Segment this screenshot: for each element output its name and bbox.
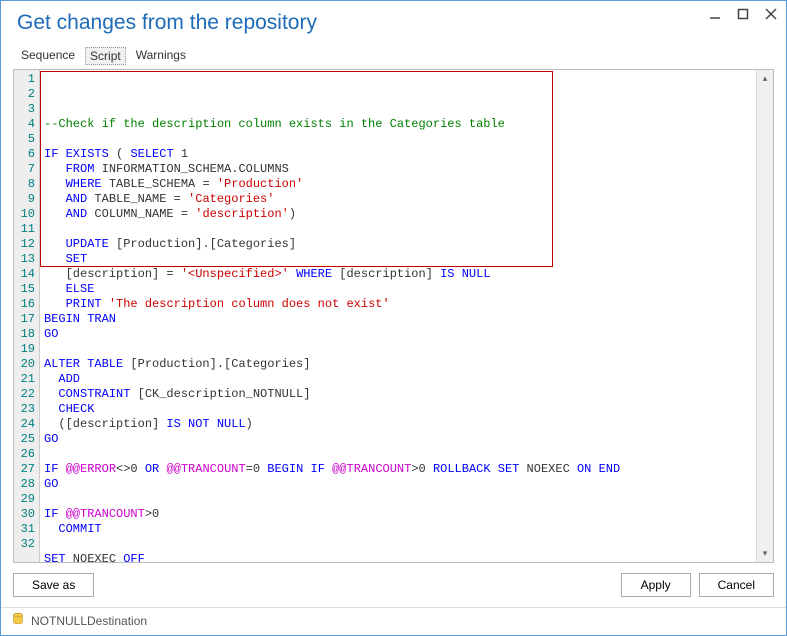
code-line[interactable]: ADD (44, 372, 773, 387)
code-line[interactable] (44, 132, 773, 147)
line-number: 15 (16, 282, 35, 297)
line-number: 6 (16, 147, 35, 162)
line-number: 23 (16, 402, 35, 417)
code-line[interactable]: CONSTRAINT [CK_description_NOTNULL] (44, 387, 773, 402)
line-number: 24 (16, 417, 35, 432)
line-number: 21 (16, 372, 35, 387)
line-number: 32 (16, 537, 35, 552)
scroll-up-arrow[interactable]: ▴ (757, 70, 773, 87)
line-number: 31 (16, 522, 35, 537)
database-icon (11, 612, 25, 629)
code-line[interactable]: IF @@ERROR<>0 OR @@TRANCOUNT=0 BEGIN IF … (44, 462, 773, 477)
code-line[interactable]: AND COLUMN_NAME = 'description') (44, 207, 773, 222)
tab-bar: Sequence Script Warnings (1, 39, 786, 65)
code-line[interactable]: GO (44, 432, 773, 447)
line-number: 4 (16, 117, 35, 132)
vertical-scrollbar[interactable]: ▴ ▾ (756, 70, 773, 562)
line-number: 25 (16, 432, 35, 447)
line-number: 10 (16, 207, 35, 222)
code-editor[interactable]: 1234567891011121314151617181920212223242… (13, 69, 774, 563)
code-line[interactable]: AND TABLE_NAME = 'Categories' (44, 192, 773, 207)
line-number: 2 (16, 87, 35, 102)
line-number: 27 (16, 462, 35, 477)
line-number: 12 (16, 237, 35, 252)
status-bar: NOTNULLDestination (1, 608, 786, 635)
line-number: 14 (16, 267, 35, 282)
maximize-icon[interactable] (736, 7, 750, 21)
line-number: 20 (16, 357, 35, 372)
cancel-button[interactable]: Cancel (699, 573, 774, 597)
minimize-icon[interactable] (708, 7, 722, 21)
code-line[interactable]: GO (44, 477, 773, 492)
tab-warnings[interactable]: Warnings (132, 47, 190, 65)
line-number: 17 (16, 312, 35, 327)
code-line[interactable] (44, 492, 773, 507)
scroll-down-arrow[interactable]: ▾ (757, 545, 773, 562)
line-number: 9 (16, 192, 35, 207)
line-number: 1 (16, 72, 35, 87)
button-bar: Save as Apply Cancel (1, 563, 786, 608)
line-number: 19 (16, 342, 35, 357)
code-line[interactable]: SET NOEXEC OFF (44, 552, 773, 562)
code-line[interactable]: [description] = '<Unspecified>' WHERE [d… (44, 267, 773, 282)
line-number: 7 (16, 162, 35, 177)
code-line[interactable]: PRINT 'The description column does not e… (44, 297, 773, 312)
apply-button[interactable]: Apply (621, 573, 691, 597)
tab-script[interactable]: Script (85, 47, 126, 65)
code-line[interactable]: IF @@TRANCOUNT>0 (44, 507, 773, 522)
code-line[interactable]: WHERE TABLE_SCHEMA = 'Production' (44, 177, 773, 192)
line-number: 29 (16, 492, 35, 507)
line-number: 3 (16, 102, 35, 117)
status-destination: NOTNULLDestination (31, 614, 147, 628)
code-line[interactable]: UPDATE [Production].[Categories] (44, 237, 773, 252)
line-number: 28 (16, 477, 35, 492)
code-line[interactable]: COMMIT (44, 522, 773, 537)
line-number: 8 (16, 177, 35, 192)
line-gutter: 1234567891011121314151617181920212223242… (14, 70, 40, 562)
save-as-button[interactable]: Save as (13, 573, 94, 597)
code-line[interactable]: GO (44, 327, 773, 342)
tab-sequence[interactable]: Sequence (17, 47, 79, 65)
line-number: 13 (16, 252, 35, 267)
window-controls (708, 7, 778, 21)
code-line[interactable]: SET (44, 252, 773, 267)
line-number: 30 (16, 507, 35, 522)
line-number: 5 (16, 132, 35, 147)
line-number: 16 (16, 297, 35, 312)
code-line[interactable]: ([description] IS NOT NULL) (44, 417, 773, 432)
line-number: 26 (16, 447, 35, 462)
page-title: Get changes from the repository (17, 11, 317, 35)
code-line[interactable] (44, 342, 773, 357)
code-line[interactable]: --Check if the description column exists… (44, 117, 773, 132)
code-line[interactable]: ALTER TABLE [Production].[Categories] (44, 357, 773, 372)
code-line[interactable]: IF EXISTS ( SELECT 1 (44, 147, 773, 162)
code-line[interactable] (44, 537, 773, 552)
code-line[interactable]: BEGIN TRAN (44, 312, 773, 327)
code-line[interactable]: FROM INFORMATION_SCHEMA.COLUMNS (44, 162, 773, 177)
code-line[interactable] (44, 222, 773, 237)
code-line[interactable]: CHECK (44, 402, 773, 417)
code-line[interactable] (44, 447, 773, 462)
code-area[interactable]: --Check if the description column exists… (40, 70, 773, 562)
line-number: 11 (16, 222, 35, 237)
code-line[interactable]: ELSE (44, 282, 773, 297)
close-icon[interactable] (764, 7, 778, 21)
line-number: 22 (16, 387, 35, 402)
line-number: 18 (16, 327, 35, 342)
